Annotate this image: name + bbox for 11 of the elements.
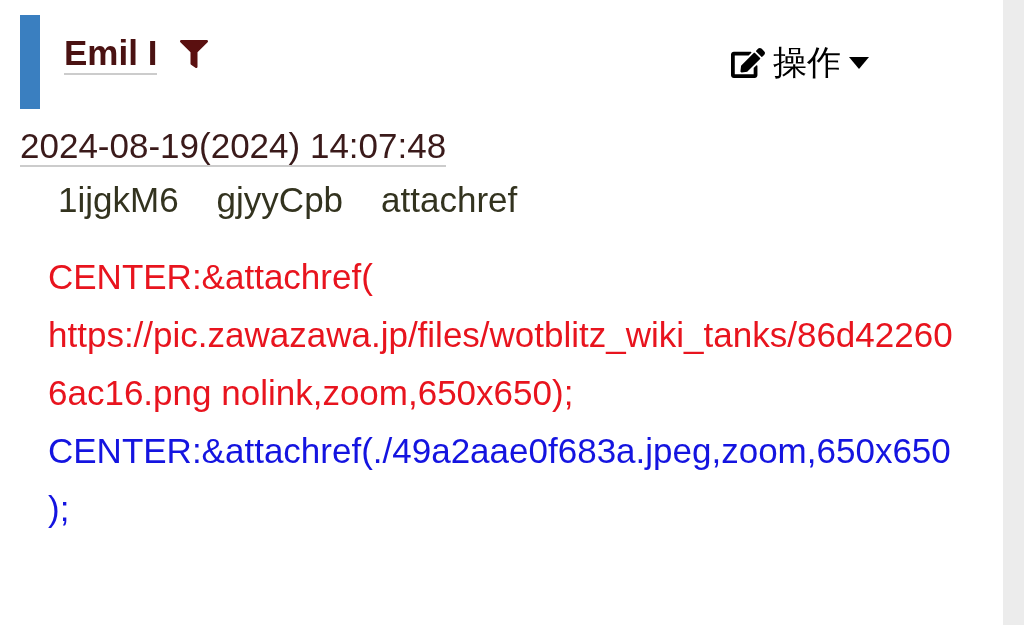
action-menu-button[interactable]: 操作 bbox=[731, 37, 869, 88]
user-name[interactable]: Emil I bbox=[64, 33, 158, 75]
tag-label: gjyyCpb bbox=[216, 180, 344, 220]
timestamp[interactable]: 2024-08-19(2024) 14:07:48 bbox=[20, 126, 447, 167]
code-line: CENTER:&attachref( https://pic.zawazawa.jp/files/wotblitz_wiki_tanks/86d422606ac16.png nolink,zoom,650x650); bbox=[48, 256, 954, 414]
tag-label: attachref bbox=[381, 180, 518, 220]
edit-icon bbox=[731, 46, 765, 79]
tag-label: 1ijgkM6 bbox=[58, 180, 179, 220]
caret-icon bbox=[849, 56, 869, 69]
code-line: CENTER:&attachref(./49a2aae0f683a.jpeg,zoom,650x650); bbox=[48, 430, 952, 530]
filter-icon[interactable] bbox=[179, 40, 210, 68]
